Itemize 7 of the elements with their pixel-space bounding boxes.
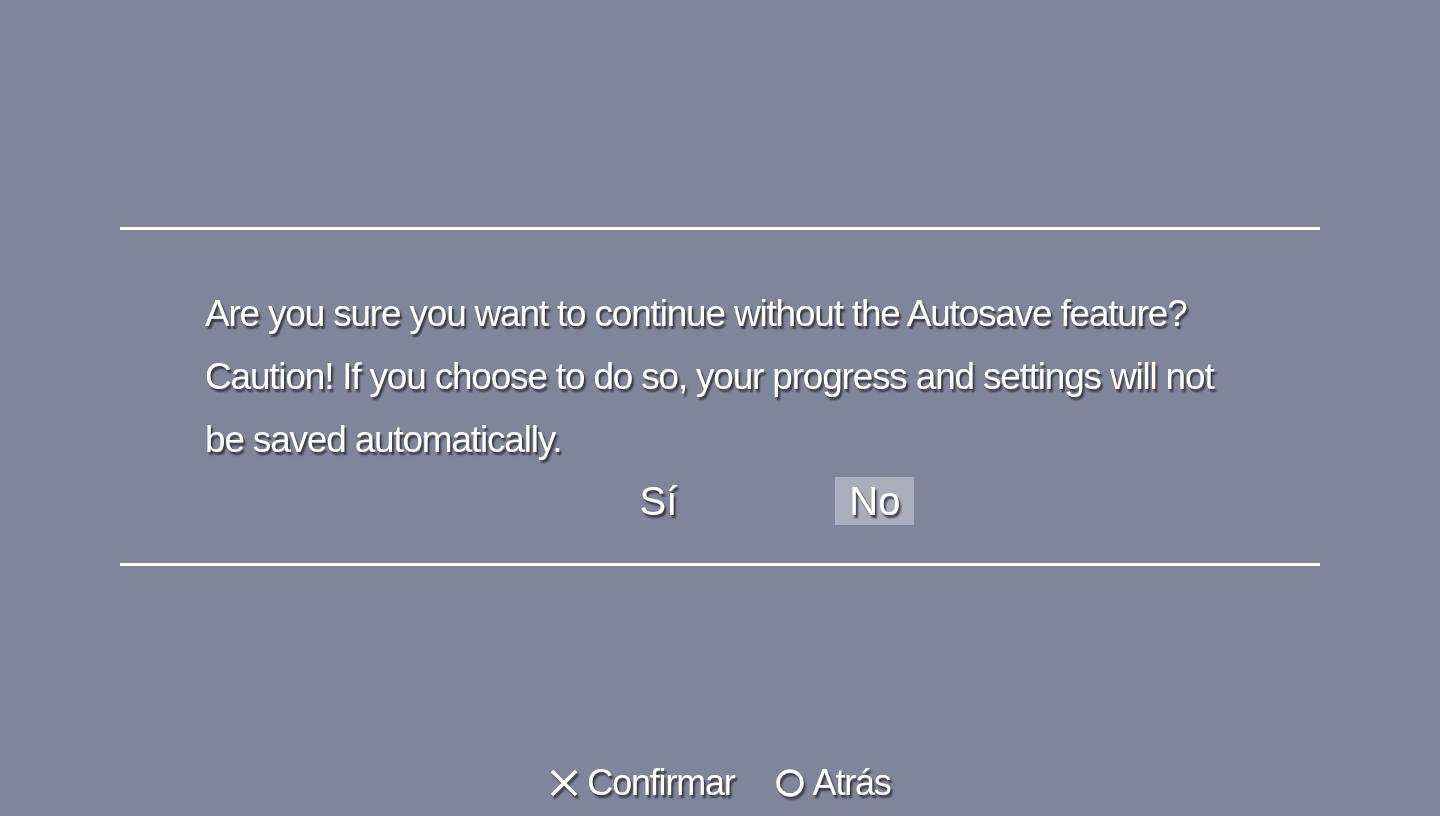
hint-label: Confirmar: [587, 762, 735, 804]
option-button[interactable]: Sí: [625, 477, 692, 525]
cross-icon: [549, 768, 580, 798]
dialog-message: Are you sure you want to continue without the Autosave feature? Caution! If you choose to do so, your progress and settings will not be saved automatically.: [204, 292, 1216, 462]
circle-icon: [774, 768, 805, 798]
hint-label: Atrás: [812, 762, 891, 804]
option-button[interactable]: No: [835, 477, 915, 525]
